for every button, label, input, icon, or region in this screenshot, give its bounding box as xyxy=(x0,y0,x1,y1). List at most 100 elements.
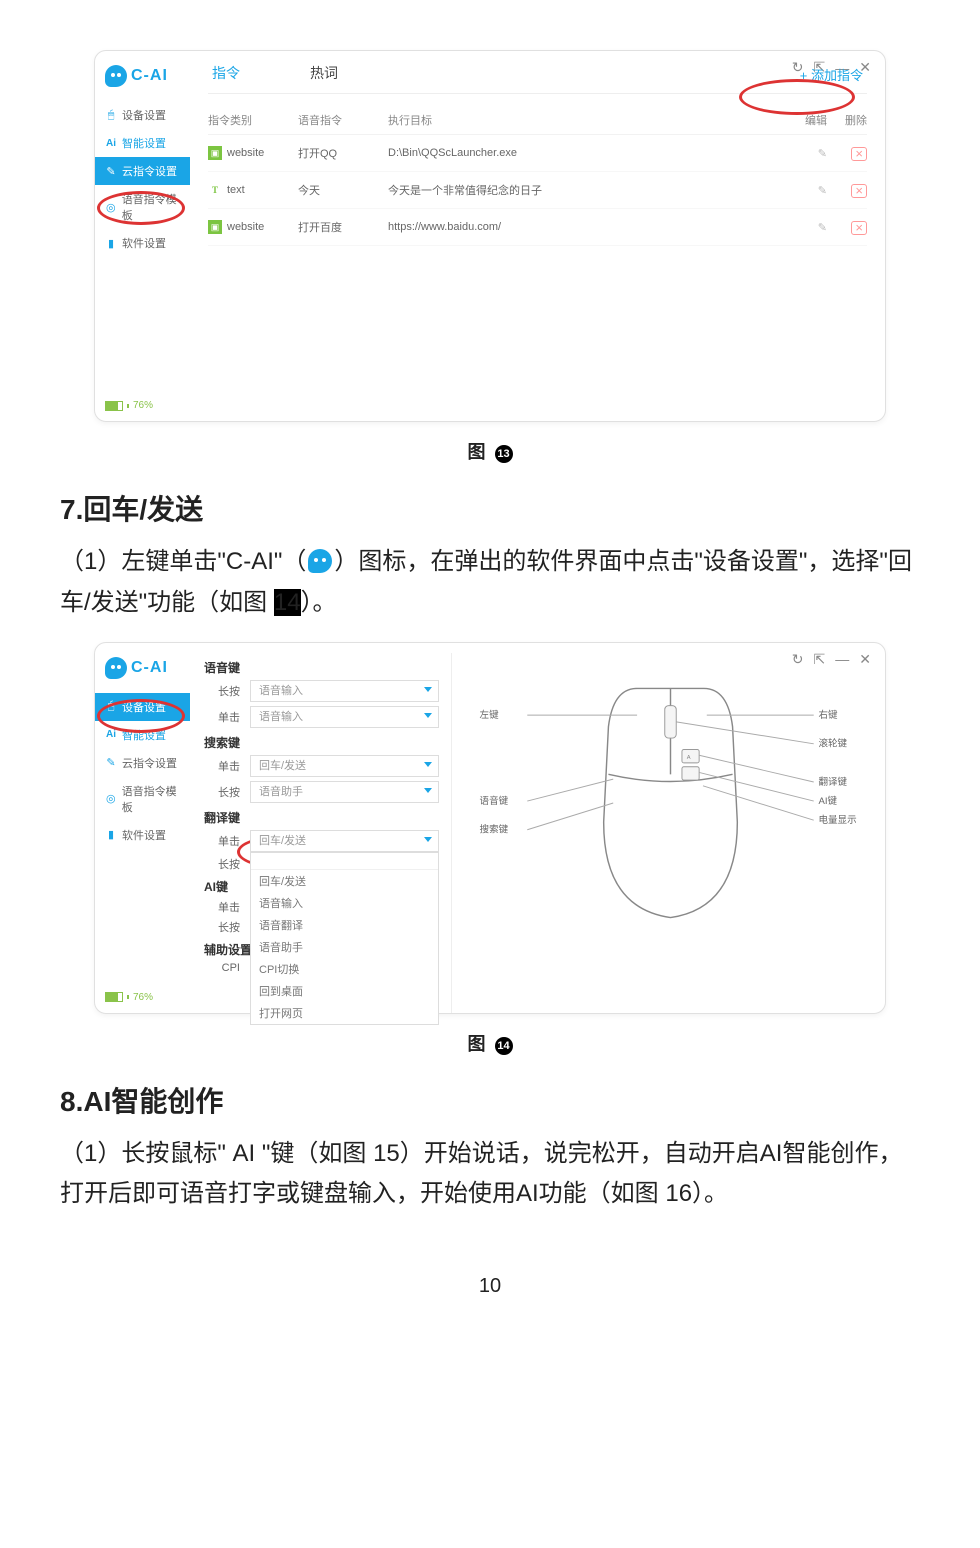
tab-commands[interactable]: 指令 xyxy=(212,63,240,83)
chevron-down-icon xyxy=(424,837,432,842)
tab-row: 指令 热词 xyxy=(208,63,867,94)
label-long: 长按 xyxy=(204,919,240,935)
target-cell: 今天是一个非常值得纪念的日子 xyxy=(388,182,777,198)
section-7-heading: 7.回车/发送 xyxy=(60,488,920,528)
tab-hotwords[interactable]: 热词 xyxy=(310,63,338,83)
logo-bubble-icon xyxy=(105,65,127,87)
commands-table: 指令类别 语音指令 执行目标 编辑 删除 ▣website 打开QQ D:\Bi… xyxy=(208,106,867,246)
sidebar-label: 软件设置 xyxy=(122,827,166,843)
sidebar-label: 语音指令模板 xyxy=(122,783,186,815)
battery-indicator: 76% xyxy=(105,992,153,1003)
label-cpi: CPI xyxy=(204,962,240,974)
main-panel: 语音键 长按 语音输入 单击 语音输入 搜索键 单击 回车/发送 长按 语音助手 xyxy=(190,643,885,1013)
chevron-down-icon xyxy=(424,788,432,793)
voice-cell: 打开百度 xyxy=(298,219,388,235)
category-badge: Ttext xyxy=(208,183,298,197)
section-translate-key: 翻译键 xyxy=(204,809,439,826)
section-8-heading: 8.AI智能创作 xyxy=(60,1080,920,1120)
figure-caption-13: 图 13 xyxy=(60,438,920,464)
logo-text: C-AI xyxy=(131,67,168,85)
select-search-long[interactable]: 语音助手 xyxy=(250,781,439,803)
logo-bubble-icon xyxy=(105,657,127,679)
delete-icon[interactable]: × xyxy=(827,183,867,198)
sidebar-label: 智能设置 xyxy=(122,135,166,151)
delete-icon[interactable]: × xyxy=(827,146,867,161)
label-right: 右键 xyxy=(818,709,838,721)
sidebar-item-template[interactable]: ◎ 语音指令模板 xyxy=(95,777,190,821)
voice-cell: 打开QQ xyxy=(298,145,388,161)
dropdown-option[interactable]: 回到桌面 xyxy=(251,980,438,1002)
sidebar-label: 语音指令模板 xyxy=(122,191,186,223)
app-window-14: ↻ ⇱ — ✕ C-AI 🖱 设备设置 Ai 智能设置 ✎ 云指令设置 xyxy=(94,642,886,1014)
edit-icon[interactable]: ✎ xyxy=(777,147,827,160)
logo-text: C-AI xyxy=(131,659,168,677)
battery-indicator: 76% xyxy=(105,400,153,411)
label-long: 长按 xyxy=(204,856,240,872)
add-command-link[interactable]: + 添加指令 xyxy=(800,65,863,84)
target-icon: ◎ xyxy=(105,792,117,805)
label-click: 单击 xyxy=(204,833,240,849)
logo: C-AI xyxy=(95,59,190,101)
sidebar-item-cloud-cmd[interactable]: ✎ 云指令设置 xyxy=(95,157,190,185)
sidebar-label: 设备设置 xyxy=(122,107,166,123)
dropdown-option[interactable]: 语音助手 xyxy=(251,936,438,958)
select-search-click[interactable]: 回车/发送 xyxy=(250,755,439,777)
section-voice-key: 语音键 xyxy=(204,659,439,676)
table-header: 指令类别 语音指令 执行目标 编辑 删除 xyxy=(208,106,867,135)
section-7-body: （1）左键单击"C-AI"（）图标，在弹出的软件界面中点击"设备设置"，选择"回… xyxy=(60,542,920,624)
label-left: 左键 xyxy=(480,709,500,721)
main-panel: 指令 热词 + 添加指令 指令类别 语音指令 执行目标 编辑 删除 ▣websi… xyxy=(190,51,885,421)
select-voice-long[interactable]: 语音输入 xyxy=(250,680,439,702)
sidebar-item-template[interactable]: ◎ 语音指令模板 xyxy=(95,185,190,229)
sidebar-label: 智能设置 xyxy=(122,727,166,743)
label-long: 长按 xyxy=(204,683,240,699)
table-row: ▣website 打开百度 https://www.baidu.com/ ✎ × xyxy=(208,209,867,246)
dropdown-hint xyxy=(251,853,438,870)
dropdown-option[interactable]: 回车/发送 xyxy=(251,870,438,892)
cloud-cmd-icon: ✎ xyxy=(105,165,117,178)
sidebar-item-device[interactable]: 🖱 设备设置 xyxy=(95,101,190,129)
edit-icon[interactable]: ✎ xyxy=(777,184,827,197)
category-badge: ▣website xyxy=(208,146,298,160)
mouse-diagram-panel: A 左键 语音键 搜索键 右键 滚轮键 翻译键 AI键 xyxy=(451,653,871,1013)
sidebar-item-software[interactable]: ▮ 软件设置 xyxy=(95,821,190,849)
sidebar-label: 云指令设置 xyxy=(122,755,177,771)
select-translate-click[interactable]: 回车/发送 xyxy=(250,830,439,852)
bookmark-icon: ▮ xyxy=(105,237,117,250)
battery-icon xyxy=(105,401,123,411)
sidebar-item-device[interactable]: 🖱 设备设置 xyxy=(95,693,190,721)
ai-icon: Ai xyxy=(105,729,117,740)
sidebar-label: 软件设置 xyxy=(122,235,166,251)
svg-text:A: A xyxy=(687,755,691,761)
sidebar-item-ai[interactable]: Ai 智能设置 xyxy=(95,129,190,157)
sidebar-item-software[interactable]: ▮ 软件设置 xyxy=(95,229,190,257)
edit-icon[interactable]: ✎ xyxy=(777,221,827,234)
col-category: 指令类别 xyxy=(208,112,298,128)
settings-form: 语音键 长按 语音输入 单击 语音输入 搜索键 单击 回车/发送 长按 语音助手 xyxy=(204,653,439,1013)
col-delete: 删除 xyxy=(827,112,867,128)
chevron-down-icon xyxy=(424,713,432,718)
label-wheel: 滚轮键 xyxy=(818,737,847,749)
sidebar-item-ai[interactable]: Ai 智能设置 xyxy=(95,721,190,749)
chevron-down-icon xyxy=(424,687,432,692)
delete-icon[interactable]: × xyxy=(827,220,867,235)
voice-cell: 今天 xyxy=(298,182,388,198)
chevron-down-icon xyxy=(424,762,432,767)
figure-number-icon: 13 xyxy=(495,445,513,463)
app-window-13: ↻ ⇱ — ✕ C-AI 🖱 设备设置 Ai 智能设置 ✎ 云指令设置 xyxy=(94,50,886,422)
dropdown-option[interactable]: CPI切换 xyxy=(251,958,438,980)
sidebar-item-cloud-cmd[interactable]: ✎ 云指令设置 xyxy=(95,749,190,777)
target-cell: D:\Bin\QQScLauncher.exe xyxy=(388,147,777,159)
col-edit: 编辑 xyxy=(777,112,827,128)
ai-icon: Ai xyxy=(105,138,117,149)
page-number: 10 xyxy=(60,1275,920,1298)
select-voice-click[interactable]: 语音输入 xyxy=(250,706,439,728)
figure-ref-icon: 14 xyxy=(274,589,301,616)
dropdown-option[interactable]: 打开网页 xyxy=(251,1002,438,1024)
dropdown-option[interactable]: 语音输入 xyxy=(251,892,438,914)
col-voice: 语音指令 xyxy=(298,112,388,128)
sidebar-label: 云指令设置 xyxy=(122,163,177,179)
label-long: 长按 xyxy=(204,784,240,800)
dropdown-option[interactable]: 语音翻译 xyxy=(251,914,438,936)
logo: C-AI xyxy=(95,651,190,693)
